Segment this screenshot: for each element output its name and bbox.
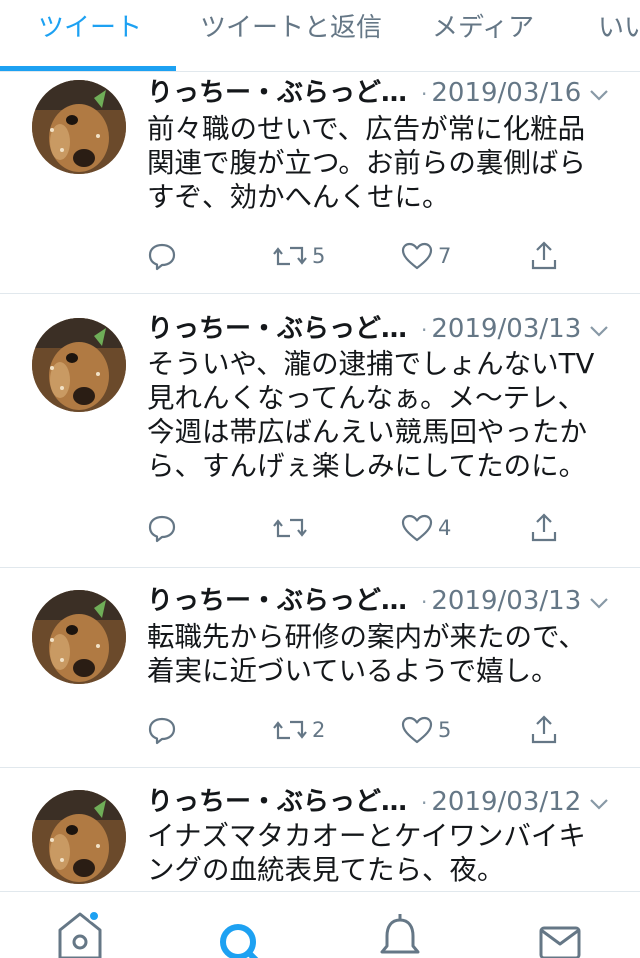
retweet-button[interactable] bbox=[272, 508, 312, 548]
separator-dot: · bbox=[421, 82, 428, 106]
tweet-header: りっちー・ぶらっど… · 2019/03/12 bbox=[147, 785, 581, 819]
avatar[interactable] bbox=[32, 318, 126, 412]
separator-dot: · bbox=[421, 590, 428, 614]
share-icon bbox=[531, 241, 557, 270]
avatar[interactable] bbox=[32, 590, 126, 684]
mail-icon bbox=[539, 926, 581, 958]
retweet-button[interactable]: 5 bbox=[272, 236, 325, 276]
like-count: 4 bbox=[438, 516, 452, 540]
nav-home[interactable] bbox=[50, 900, 110, 958]
tweet-actions: 5 7 bbox=[0, 236, 640, 276]
tweet-text: 前々職のせいで、広告が常に化粧品 関連で腹が立つ。お前らの裏側ばら すぞ、効かへ… bbox=[147, 112, 617, 214]
search-icon bbox=[220, 924, 259, 958]
retweet-count: 2 bbox=[312, 718, 326, 742]
nav-notifications[interactable] bbox=[370, 900, 430, 958]
reply-button[interactable] bbox=[146, 236, 178, 276]
tweet-text-line: ングの血統表見てたら、夜。 bbox=[147, 854, 505, 886]
reply-icon bbox=[148, 243, 176, 271]
heart-icon bbox=[401, 242, 433, 270]
share-button[interactable] bbox=[528, 508, 560, 548]
tweet-date[interactable]: 2019/03/12 bbox=[431, 787, 581, 817]
tab-tweets[interactable]: ツイート bbox=[38, 0, 142, 72]
tab-media[interactable]: メディア bbox=[432, 0, 534, 72]
reply-button[interactable] bbox=[146, 710, 178, 750]
tweet-item[interactable]: りっちー・ぶらっど… · 2019/03/13 そういや、瀧の逮捕でしょんないTV … bbox=[0, 294, 640, 568]
separator-dot: · bbox=[421, 318, 428, 342]
heart-icon bbox=[401, 514, 433, 542]
share-icon bbox=[531, 513, 557, 542]
tweet-text-line: 関連で腹が立つ。お前らの裏側ばら bbox=[147, 147, 586, 179]
tweet-date[interactable]: 2019/03/16 bbox=[431, 78, 581, 108]
share-button[interactable] bbox=[528, 710, 560, 750]
nav-messages[interactable] bbox=[530, 900, 590, 958]
like-button[interactable]: 7 bbox=[400, 236, 451, 276]
avatar[interactable] bbox=[32, 80, 126, 174]
tweet-text-line: 転職先から研修の案内が来たので、 bbox=[147, 621, 586, 653]
tweet-date[interactable]: 2019/03/13 bbox=[431, 586, 581, 616]
retweet-icon bbox=[273, 518, 307, 538]
reply-button[interactable] bbox=[146, 508, 178, 548]
tweet-text: 転職先から研修の案内が来たので、 着実に近づいているようで嬉し。 bbox=[147, 620, 617, 688]
chevron-down-icon[interactable] bbox=[588, 84, 610, 106]
like-count: 7 bbox=[438, 244, 452, 268]
retweet-icon bbox=[273, 246, 307, 266]
tab-likes[interactable]: いい bbox=[598, 0, 640, 72]
tweet-text-line: 着実に近づいているようで嬉し。 bbox=[147, 655, 559, 687]
tweet-text-line: イナズマタカオーとケイワンバイキ bbox=[147, 820, 586, 852]
tweet-item[interactable]: りっちー・ぶらっど… · 2019/03/12 イナズマタカオーとケイワンバイキ ン… bbox=[0, 768, 640, 891]
retweet-button[interactable]: 2 bbox=[272, 710, 325, 750]
like-count: 5 bbox=[438, 718, 452, 742]
author-name[interactable]: りっちー・ぶらっど… bbox=[147, 314, 407, 344]
tweet-header: りっちー・ぶらっど… · 2019/03/16 bbox=[147, 76, 581, 110]
author-name[interactable]: りっちー・ぶらっど… bbox=[147, 78, 407, 108]
retweet-icon bbox=[273, 720, 307, 740]
tweet-text: そういや、瀧の逮捕でしょんないTV 見れんくなってんなぁ。メ〜テレ、 今週は帯広… bbox=[147, 347, 617, 483]
avatar[interactable] bbox=[32, 790, 126, 884]
tweet-actions: 4 bbox=[0, 508, 640, 548]
bottom-nav bbox=[0, 891, 640, 958]
bell-icon bbox=[380, 914, 420, 954]
chevron-down-icon[interactable] bbox=[588, 793, 610, 815]
tweet-text: イナズマタカオーとケイワンバイキ ングの血統表見てたら、夜。 bbox=[147, 819, 617, 887]
nav-search[interactable] bbox=[210, 900, 270, 958]
active-tab-indicator bbox=[0, 66, 176, 71]
tweet-header: りっちー・ぶらっど… · 2019/03/13 bbox=[147, 584, 581, 618]
separator-dot: · bbox=[421, 791, 428, 815]
author-name[interactable]: りっちー・ぶらっど… bbox=[147, 586, 407, 616]
chevron-down-icon[interactable] bbox=[588, 592, 610, 614]
tweet-header: りっちー・ぶらっど… · 2019/03/13 bbox=[147, 312, 581, 346]
reply-icon bbox=[148, 515, 176, 543]
tweet-actions: 2 5 bbox=[0, 710, 640, 750]
profile-tabbar: ツイート ツイートと返信 メディア いい bbox=[0, 0, 640, 72]
home-icon bbox=[58, 912, 102, 958]
tweet-text-line: 見れんくなってんなぁ。メ〜テレ、 bbox=[147, 382, 586, 414]
notification-dot bbox=[88, 910, 100, 922]
heart-icon bbox=[401, 716, 433, 744]
share-icon bbox=[531, 715, 557, 744]
tweet-text-line: すぞ、効かへんくせに。 bbox=[147, 181, 450, 213]
tab-tweets-and-replies[interactable]: ツイートと返信 bbox=[200, 0, 382, 72]
chevron-down-icon[interactable] bbox=[588, 320, 610, 342]
tweet-date[interactable]: 2019/03/13 bbox=[431, 314, 581, 344]
like-button[interactable]: 4 bbox=[400, 508, 451, 548]
tweet-text-line: 前々職のせいで、広告が常に化粧品 bbox=[147, 113, 586, 145]
like-button[interactable]: 5 bbox=[400, 710, 451, 750]
retweet-count: 5 bbox=[312, 244, 326, 268]
tweet-text-line: そういや、瀧の逮捕でしょんないTV bbox=[147, 348, 595, 380]
share-button[interactable] bbox=[528, 236, 560, 276]
tweet-text-line: ら、すんげぇ楽しみにしてたのに。 bbox=[147, 450, 587, 482]
author-name[interactable]: りっちー・ぶらっど… bbox=[147, 787, 407, 817]
tweet-text-line: 今週は帯広ばんえい競馬回やったか bbox=[147, 416, 587, 448]
tweet-item[interactable]: りっちー・ぶらっど… · 2019/03/13 転職先から研修の案内が来たので、 着… bbox=[0, 568, 640, 768]
reply-icon bbox=[148, 717, 176, 745]
tweet-item[interactable]: りっちー・ぶらっど… · 2019/03/16 前々職のせいで、広告が常に化粧品 関… bbox=[0, 72, 640, 294]
